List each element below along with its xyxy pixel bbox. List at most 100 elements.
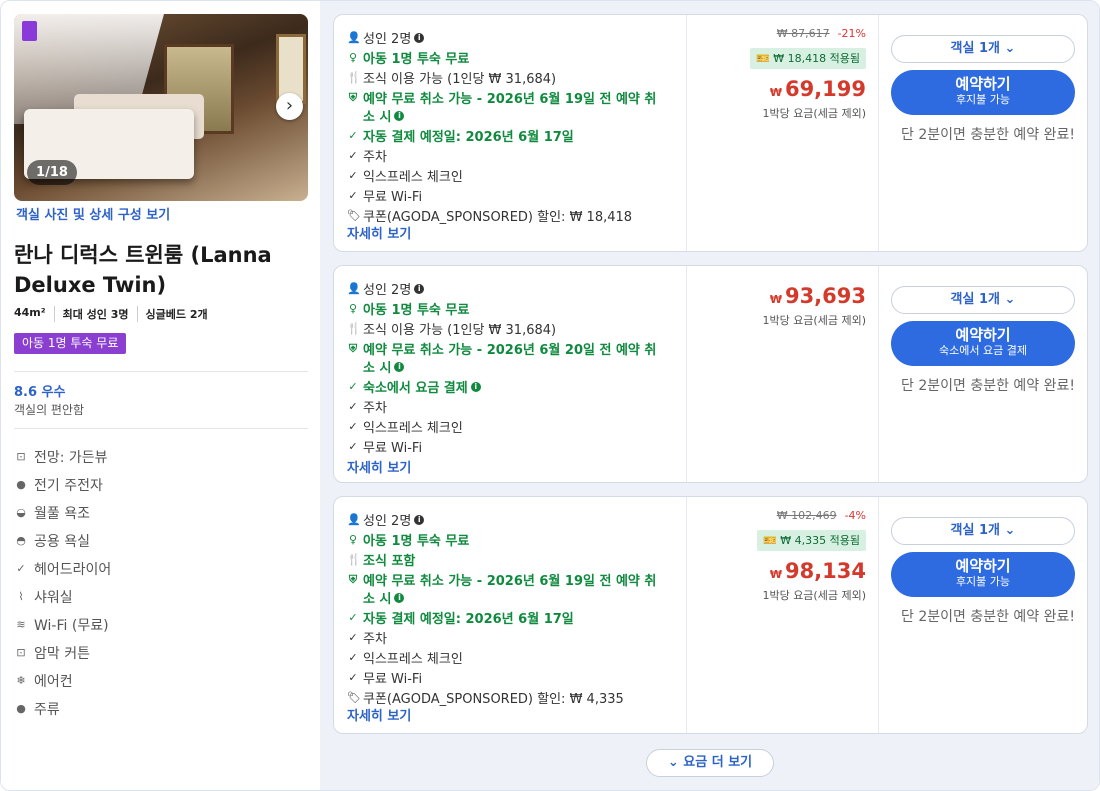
- meal-label: 조식 이용 가능 (1인당 ₩ 31,684): [363, 323, 557, 338]
- per-night-label: 1박당 요금(세금 제외): [762, 107, 866, 120]
- kids-free-line: ♀ 아동 1명 투숙 무료: [347, 299, 469, 318]
- payment-line: ✓ 자동 결제 예정일: 2026년 6월 17일: [347, 126, 574, 145]
- amenity-item: ✓ 헤어드라이어: [14, 559, 111, 579]
- booking-hint: 단 2분이면 충분한 예약 완료!: [901, 378, 1075, 394]
- book-button[interactable]: 예약하기 숙소에서 요금 결제: [891, 321, 1075, 366]
- info-icon[interactable]: i: [394, 361, 405, 372]
- details-label[interactable]: 자세히 보기: [347, 457, 411, 476]
- divider: [14, 428, 308, 429]
- room-photo[interactable]: › 1/18: [14, 14, 308, 201]
- payment-label: 자동 결제 예정일: 2026년 6월 17일: [363, 612, 574, 627]
- next-photo-button[interactable]: ›: [276, 93, 303, 120]
- feature-line: ✓ 주차: [347, 397, 387, 416]
- amenity-label: 헤어드라이어: [34, 562, 112, 578]
- person-icon: 👤: [347, 31, 361, 44]
- room-specs: 44m² 최대 성인 3명 싱글베드 2개: [14, 306, 216, 322]
- room-count-label: 객실 1개: [950, 41, 1000, 56]
- info-icon[interactable]: i: [414, 283, 425, 294]
- details-link[interactable]: 자세히 보기: [347, 223, 411, 242]
- review-score: 8.6 우수: [14, 385, 66, 400]
- details-label[interactable]: 자세히 보기: [347, 705, 411, 724]
- booking-hint: 단 2분이면 충분한 예약 완료!: [901, 609, 1075, 625]
- offer-card: 👤 성인 2명 i ♀ 아동 1명 투숙 무료 🍴 조식 포함 ⛨ 예약 무료 취소 가능 - …: [333, 496, 1088, 734]
- book-button[interactable]: 예약하기 후지불 가능: [891, 552, 1075, 597]
- info-icon[interactable]: i: [470, 381, 481, 392]
- amenity-label: 에어컨: [34, 674, 73, 690]
- offer-booking: 객실 1개 ⌄ 예약하기 후지불 가능단 2분이면 충분한 예약 완료!: [879, 497, 1089, 733]
- offer-conditions: 👤 성인 2명 i ♀ 아동 1명 투숙 무료 🍴 조식 포함 ⛨ 예약 무료 취소 가능 - …: [334, 497, 687, 733]
- child-icon: ♀: [348, 302, 358, 315]
- book-label: 예약하기: [955, 557, 1011, 575]
- kids-free-line: ♀ 아동 1명 투숙 무료: [347, 530, 469, 549]
- feature-line: ✓ 주차: [347, 628, 387, 647]
- book-button[interactable]: 예약하기 후지불 가능: [891, 70, 1075, 115]
- utensils-icon: 🍴: [347, 553, 361, 566]
- room-title: 란나 디럭스 트윈룸 (Lanna Deluxe Twin): [14, 243, 272, 297]
- feature-line: ✓ 무료 Wi-Fi: [347, 437, 422, 456]
- info-icon[interactable]: i: [394, 110, 405, 121]
- coupon-applied-label: ₩ 4,335 적용됨: [780, 534, 860, 547]
- info-icon[interactable]: i: [414, 514, 425, 525]
- tag-icon: 🏷: [347, 209, 361, 222]
- room-count-select[interactable]: 객실 1개 ⌄: [891, 286, 1075, 314]
- amenity-label: 공용 욕실: [34, 534, 90, 550]
- guests-line: 👤 성인 2명 i: [347, 510, 425, 529]
- photo-details-link[interactable]: 객실 사진 및 상세 구성 보기: [16, 204, 170, 223]
- amenity-label: 전기 주전자: [34, 478, 103, 494]
- view-icon: ⊡: [16, 450, 26, 463]
- book-sublabel: 숙소에서 요금 결제: [939, 344, 1027, 357]
- kids-free-label: 아동 1명 투숙 무료: [363, 52, 470, 67]
- info-icon[interactable]: i: [414, 32, 425, 43]
- currency: ₩: [769, 86, 782, 99]
- wifi-icon: ≋: [16, 618, 26, 631]
- room-size: 44m²: [14, 306, 46, 319]
- book-label: 예약하기: [955, 326, 1011, 344]
- chevron-down-icon: ⌄: [1004, 41, 1016, 56]
- details-link[interactable]: 자세히 보기: [347, 457, 411, 476]
- amenity-item: ● 전기 주전자: [14, 475, 103, 495]
- payment-label: 자동 결제 예정일: 2026년 6월 17일: [363, 130, 574, 145]
- old-price: ₩ 87,617: [776, 27, 830, 40]
- chevron-down-icon: ⌄: [1004, 523, 1016, 538]
- kid-free-badge: 아동 1명 투숙 무료: [14, 333, 127, 354]
- offer-conditions: 👤 성인 2명 i ♀ 아동 1명 투숙 무료 🍴 조식 이용 가능 (1인당 ₩ 31,6…: [334, 266, 687, 482]
- feature-label: 익스프레스 체크인: [363, 170, 463, 185]
- offer-booking: 객실 1개 ⌄ 예약하기 후지불 가능 단 2분이면 충분한 예약 완료!: [879, 15, 1089, 251]
- kids-free-label: 아동 1명 투숙 무료: [363, 303, 470, 318]
- check-icon: ✓: [348, 400, 358, 413]
- cancel-line-cont: 소 시i: [363, 588, 405, 607]
- price-value: 69,199: [784, 77, 866, 101]
- utensils-icon: 🍴: [347, 71, 361, 84]
- divider: [14, 371, 308, 372]
- guests-line: 👤 성인 2명 i: [347, 279, 425, 298]
- more-rates-button[interactable]: ⌄ 요금 더 보기: [646, 749, 774, 777]
- details-label[interactable]: 자세히 보기: [347, 223, 411, 242]
- meal-line: 🍴 조식 이용 가능 (1인당 ₩ 31,684): [347, 319, 556, 338]
- amenity-item: ⌇ 샤워실: [14, 587, 72, 607]
- meal-label: 조식 이용 가능 (1인당 ₩ 31,684): [363, 72, 557, 87]
- check-icon: ✓: [348, 651, 358, 664]
- max-occupancy: 최대 성인 3명: [53, 306, 137, 322]
- meal-line: 🍴 조식 이용 가능 (1인당 ₩ 31,684): [347, 68, 556, 87]
- room-count-select[interactable]: 객실 1개 ⌄: [891, 517, 1075, 545]
- amenity-label: Wi-Fi (무료): [34, 618, 109, 634]
- details-link[interactable]: 자세히 보기: [347, 705, 411, 724]
- price-value: 93,693: [784, 284, 866, 308]
- child-icon: ♀: [348, 51, 358, 64]
- offer-price: ₩ 102,469 -4% 🎫 ₩ 4,335 적용됨 ₩98,134 1박당 요금(세…: [687, 497, 879, 733]
- ticket-icon: 🎫: [763, 534, 777, 547]
- old-price: ₩ 102,469: [776, 509, 837, 522]
- meal-line: 🍴 조식 포함: [347, 550, 415, 569]
- child-icon: ♀: [348, 533, 358, 546]
- offer-booking: 객실 1개 ⌄ 예약하기 숙소에서 요금 결제단 2분이면 충분한 예약 완료!: [879, 266, 1089, 482]
- check-icon: ✓: [348, 149, 358, 162]
- room-count-select[interactable]: 객실 1개 ⌄: [891, 35, 1075, 63]
- amenity-item: ❄ 에어컨: [14, 671, 73, 691]
- info-icon[interactable]: i: [394, 592, 405, 603]
- cancel-line: ⛨ 예약 무료 취소 가능 - 2026년 6월 19일 전 예약 취: [347, 570, 657, 590]
- discount-badge: -21%: [837, 27, 866, 40]
- currency: ₩: [769, 568, 782, 581]
- tag-icon: 🏷: [347, 691, 361, 704]
- feature-label: 주차: [363, 401, 387, 416]
- bath-icon: ◓: [16, 534, 26, 547]
